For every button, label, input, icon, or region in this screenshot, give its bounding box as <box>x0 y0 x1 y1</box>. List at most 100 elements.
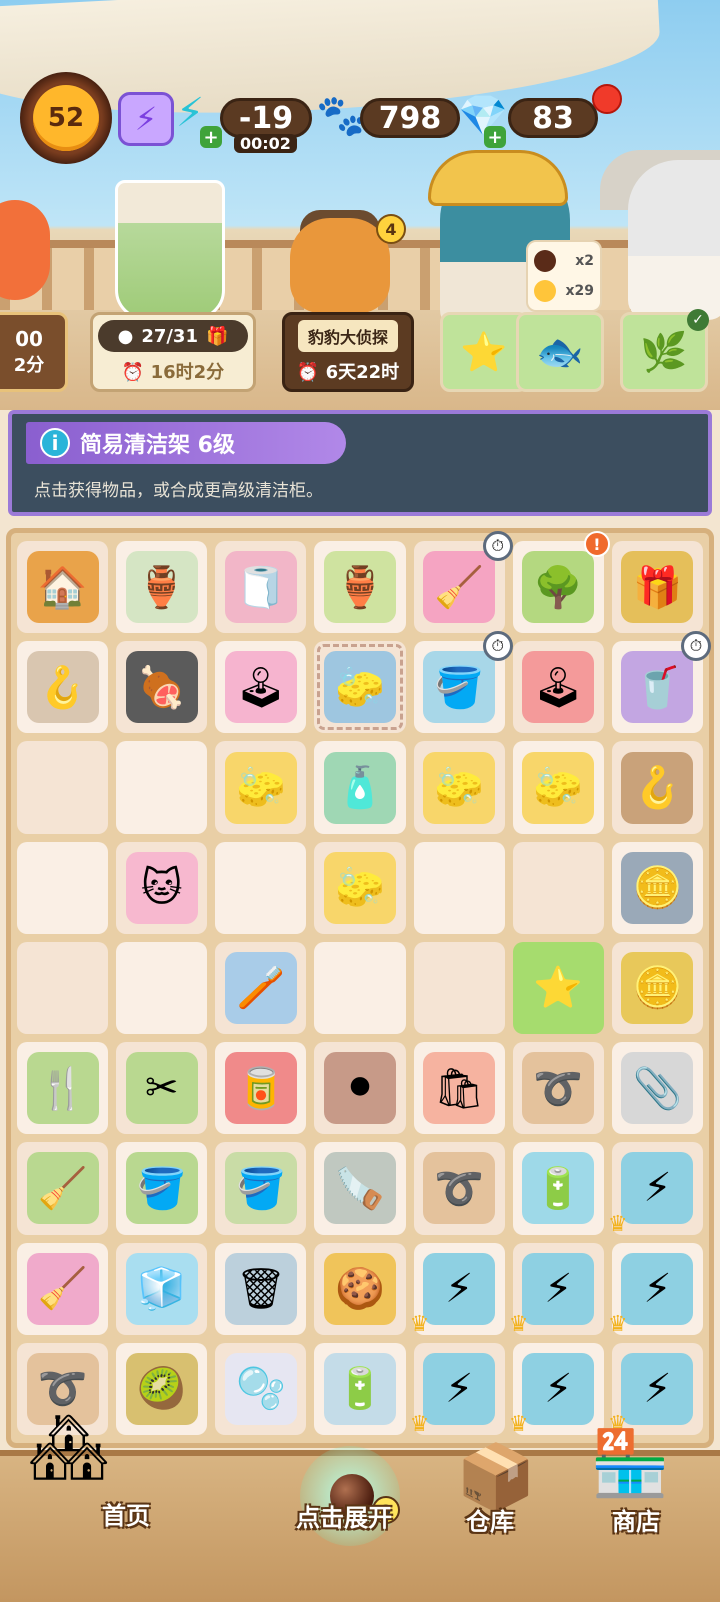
grid-cell[interactable]: ⚡ ♛ <box>608 1242 703 1337</box>
chainsaw-icon[interactable]: 🪚 <box>323 1152 396 1225</box>
grid-cell[interactable]: 🧽 <box>314 641 406 734</box>
grid-cell[interactable]: 🍴 <box>17 1042 109 1135</box>
boost-lightning-icon[interactable]: ⚡ <box>118 92 174 146</box>
green-vase-icon[interactable]: 🏺 <box>323 551 396 624</box>
sponge-icon[interactable]: 🧽 <box>224 751 297 824</box>
player-level-badge[interactable]: 52 <box>20 72 112 164</box>
grid-cell[interactable]: 🪣 <box>116 1142 208 1235</box>
grid-cell[interactable] <box>314 941 406 1035</box>
grid-cell[interactable] <box>17 741 109 834</box>
toothpaste-icon[interactable]: 🪥 <box>224 951 297 1024</box>
battery-icon[interactable]: 🔋 <box>323 1352 396 1425</box>
trash-can-icon[interactable]: 🗑 <box>224 1252 297 1325</box>
grid-cell[interactable]: 🧊 <box>116 1242 208 1335</box>
notification-dot[interactable] <box>592 84 622 114</box>
grid-cell[interactable]: 🪝 <box>17 641 109 734</box>
grid-cell[interactable]: 🐱 <box>116 841 208 934</box>
grid-cell[interactable]: 🧹 <box>17 1242 109 1335</box>
grid-cell[interactable] <box>116 941 208 1035</box>
event-task-card[interactable]: 豹豹大侦探 ⏰ 6天22时 <box>282 312 414 392</box>
grid-cell[interactable]: 🛍 <box>413 1042 505 1135</box>
nav-warehouse[interactable]: 📦 <box>456 1446 536 1510</box>
hook-tool-icon[interactable]: 🪝 <box>26 651 99 724</box>
sponge-icon[interactable]: 🧽 <box>323 851 396 924</box>
battery-pack-icon[interactable]: ⚡ <box>621 1152 694 1225</box>
claw-machine-red-icon[interactable]: 🕹 <box>522 651 595 724</box>
gold-bars-icon[interactable]: 🪙 <box>621 951 694 1024</box>
grid-cell[interactable]: 🍖 <box>116 641 208 734</box>
nav-home[interactable]: 🏘 <box>28 1416 109 1480</box>
grid-cell[interactable]: 🧽 <box>314 841 406 934</box>
battery-pack-icon[interactable]: ⚡ <box>423 1352 496 1425</box>
order-task-card[interactable]: ● 27/31 🎁 ⏰ 16时2分 <box>90 312 256 392</box>
claw-machine-icon[interactable]: 🕹 <box>224 651 297 724</box>
nav-expand-label[interactable]: 点击展开 <box>296 1498 392 1533</box>
tapioca-balls-icon[interactable]: ⚫ <box>323 1052 396 1125</box>
grid-cell[interactable]: 🧹 <box>17 1142 109 1235</box>
grid-cell[interactable]: ⚡ ♛ <box>608 1342 703 1437</box>
fruit-bowl-icon[interactable]: 🥝 <box>125 1352 198 1425</box>
starfish-task-card[interactable]: ⭐ <box>440 312 528 392</box>
towel-rack-icon[interactable]: 🧻 <box>224 551 297 624</box>
grid-cell[interactable]: 🪙 <box>611 941 703 1035</box>
grid-cell[interactable] <box>512 841 604 934</box>
grid-cell[interactable]: ⚡ ♛ <box>509 1242 604 1337</box>
customer-girl-2[interactable] <box>628 160 720 320</box>
scraper-icon[interactable]: 🧹 <box>26 1252 99 1325</box>
grid-cell[interactable] <box>17 941 109 1035</box>
grid-cell[interactable]: 📎 <box>611 1042 703 1135</box>
grid-cell[interactable]: 🔋 <box>512 1142 604 1235</box>
grid-cell[interactable]: 🪚 <box>314 1142 406 1235</box>
grid-cell[interactable]: 🕹 <box>512 641 604 734</box>
rubber-band-icon[interactable]: ➰ <box>423 1152 496 1225</box>
grid-cell[interactable]: 🪥 <box>215 941 307 1035</box>
grid-cell[interactable]: 🪣 ⏱ <box>413 631 513 734</box>
sponge-icon[interactable]: 🧽 <box>423 751 496 824</box>
rubber-band-icon[interactable]: ➰ <box>522 1052 595 1125</box>
grid-cell[interactable]: 🌳! <box>512 531 610 634</box>
cat-towel-icon[interactable]: 🐱 <box>125 851 198 924</box>
orange-octopus-character[interactable] <box>0 200 50 300</box>
starfish-icon[interactable]: ⭐ <box>522 951 595 1024</box>
grid-cell[interactable]: 🗑 <box>215 1242 307 1335</box>
grid-cell[interactable]: ⚡ ♛ <box>410 1342 505 1437</box>
grid-cell[interactable]: 🏺 <box>116 541 208 634</box>
battery-pack-icon[interactable]: ⚡ <box>621 1252 694 1325</box>
grid-cell[interactable]: 🪣 <box>215 1142 307 1235</box>
nav-shop[interactable]: 🏪 <box>590 1432 670 1496</box>
task-card-partial[interactable]: 00 2分 <box>0 312 68 392</box>
vending-machine-icon[interactable]: 🥤 <box>621 651 694 724</box>
grid-cell[interactable]: 🪙 <box>611 841 703 934</box>
soda-can-icon[interactable]: 🥫 <box>224 1052 297 1125</box>
grid-cell[interactable]: 🔋 <box>314 1342 406 1435</box>
grid-cell[interactable]: 🫧 <box>215 1342 307 1435</box>
grid-cell[interactable]: 🧹 ⏱ <box>413 531 513 634</box>
grid-cell[interactable] <box>413 941 505 1035</box>
grid-cell[interactable] <box>413 841 505 934</box>
grid-cell[interactable]: 🧽 <box>215 741 307 834</box>
grid-cell[interactable] <box>116 741 208 834</box>
fish-task-card[interactable]: 🐟 <box>516 312 604 392</box>
rake-icon[interactable]: 🧹 <box>26 1152 99 1225</box>
grid-cell[interactable]: ✂ <box>116 1042 208 1135</box>
grid-cell[interactable]: ⭐ <box>512 941 604 1035</box>
bubble-ball-icon[interactable]: 🫧 <box>224 1352 297 1425</box>
battery-pack-icon[interactable]: ⚡ <box>522 1252 595 1325</box>
plant-task-card[interactable]: 🌿 ✓ <box>620 309 709 392</box>
grid-cell[interactable]: 🧴 <box>314 741 406 834</box>
grid-cell[interactable]: ➰ <box>512 1042 604 1135</box>
detective-cat-character[interactable] <box>290 218 390 313</box>
paw-cookies-icon[interactable]: 🍪 <box>323 1252 396 1325</box>
gift-box-icon[interactable]: 🎁 <box>621 551 694 624</box>
pruning-shears-icon[interactable]: ✂ <box>125 1052 198 1125</box>
cleaning-shelf-icon[interactable]: 🧽 <box>323 651 396 724</box>
paint-cans-icon[interactable]: 🪣 <box>224 1152 297 1225</box>
grid-cell[interactable]: 🕹 <box>215 641 307 734</box>
grid-cell[interactable]: 🏺 <box>314 541 406 634</box>
paw-coin-icon[interactable]: 🐾 <box>316 92 366 139</box>
grid-cell[interactable]: 🥫 <box>215 1042 307 1135</box>
coin-tin-icon[interactable]: 🪙 <box>621 851 694 924</box>
grid-cell[interactable]: 🥤 ⏱ <box>611 631 711 734</box>
grid-cell[interactable]: ⚫ <box>314 1042 406 1135</box>
sponge-icon[interactable]: 🧽 <box>522 751 595 824</box>
